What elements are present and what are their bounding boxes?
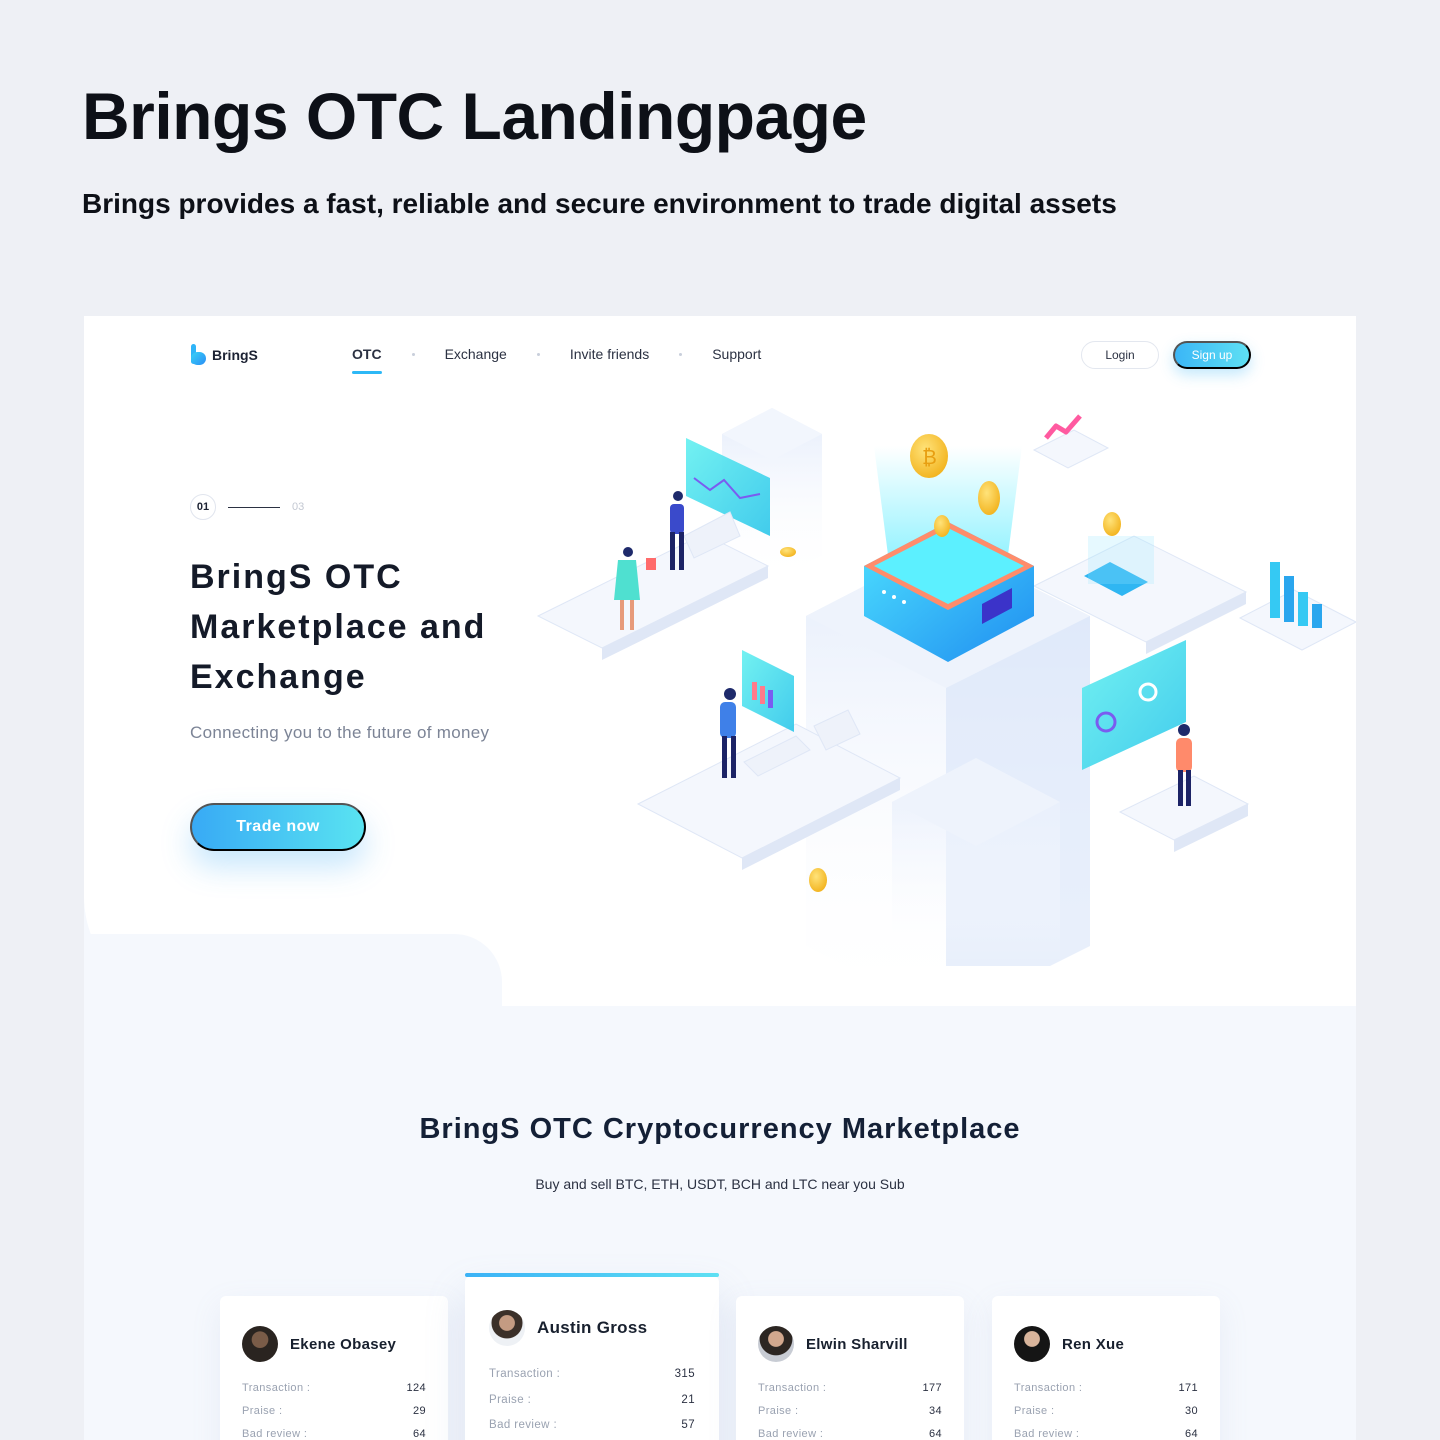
stat-row: Transaction : 124 (242, 1382, 426, 1405)
trader-card-featured[interactable]: Austin Gross Transaction : 315 Praise : 21… (465, 1273, 719, 1440)
avatar (1014, 1326, 1050, 1362)
marketplace-title: BringS OTC Cryptocurrency Marketplace (419, 1113, 1021, 1145)
stat-value: 57 (681, 1419, 695, 1431)
stat-label: Bad review : (489, 1419, 558, 1431)
coin-icon (809, 868, 827, 892)
coin-icon (1103, 512, 1121, 536)
stat-row: Bad review : 64 (242, 1428, 426, 1440)
stat-value: 171 (1178, 1382, 1198, 1394)
stat-row: Transaction : 315 (489, 1368, 695, 1394)
trader-header: Elwin Sharvill (758, 1326, 908, 1362)
hero-subtitle: Connecting you to the future of money (190, 723, 490, 742)
stat-label: Praise : (758, 1405, 799, 1417)
signup-button[interactable]: Sign up (1173, 341, 1251, 369)
nav-separator (536, 352, 540, 356)
stat-label: Transaction : (242, 1382, 311, 1394)
chart-tile-icon (1032, 414, 1110, 469)
coin-icon (780, 547, 796, 557)
stat-row: Bad review : 64 (1014, 1428, 1198, 1440)
page-title: Brings OTC Landingpage (82, 79, 867, 153)
nav-item-otc[interactable]: OTC (352, 346, 382, 374)
marketplace-subtitle: Buy and sell BTC, ETH, USDT, BCH and LTC… (535, 1176, 905, 1192)
hero-illustration: ₿ (536, 408, 1356, 966)
stat-label: Transaction : (758, 1382, 827, 1394)
stat-label: Bad review : (242, 1428, 308, 1440)
trade-now-button[interactable]: Trade now (190, 803, 366, 851)
chart-screen-icon (1082, 640, 1186, 770)
stat-value: 21 (681, 1393, 695, 1406)
avatar (489, 1310, 525, 1346)
stat-label: Praise : (242, 1405, 283, 1417)
login-button[interactable]: Login (1081, 341, 1159, 369)
nav-separator (679, 352, 683, 356)
nav-item-exchange[interactable]: Exchange (445, 346, 507, 362)
stat-value: 29 (412, 1405, 426, 1417)
pager-divider (228, 506, 280, 508)
main-nav: OTC Exchange Invite friends Support (352, 346, 761, 374)
svg-text:₿: ₿ (922, 445, 937, 469)
stat-row: Praise : 30 (1014, 1405, 1198, 1428)
stat-label: Praise : (1014, 1405, 1055, 1417)
trader-name: Elwin Sharvill (806, 1335, 908, 1353)
avatar (242, 1326, 278, 1362)
lower-right-platform (1082, 640, 1250, 852)
stat-label: Praise : (489, 1393, 532, 1406)
coin-icon (978, 481, 1000, 515)
brand-logo[interactable]: BringS (190, 344, 258, 366)
stat-row: Transaction : 171 (1014, 1382, 1198, 1405)
landing-page-mockup: BringS OTC Exchange Invite friends Suppo… (84, 316, 1356, 1440)
stat-label: Bad review : (1014, 1428, 1080, 1440)
nav-separator (411, 352, 415, 356)
trader-header: Austin Gross (489, 1310, 647, 1346)
trader-card[interactable]: Ekene Obasey Transaction : 124 Praise : 29… (220, 1296, 448, 1440)
bitcoin-coin-icon: ₿ (910, 434, 948, 478)
stat-value: 315 (674, 1368, 695, 1380)
stat-row: Praise : 34 (758, 1405, 942, 1428)
stat-row: Bad review : 64 (758, 1428, 942, 1440)
brand-name: BringS (212, 347, 258, 363)
trader-stats: Transaction : 124 Praise : 29 Bad review :… (242, 1382, 426, 1440)
trader-header: Ekene Obasey (242, 1326, 396, 1362)
stat-value: 34 (928, 1405, 942, 1417)
pager-current: 01 (190, 494, 216, 520)
hero-curve-decoration (84, 934, 502, 1014)
foreground-pillar (892, 758, 1060, 966)
stat-row: Praise : 21 (489, 1394, 695, 1420)
stat-value: 64 (928, 1428, 942, 1440)
page-subtitle: Brings provides a fast, reliable and sec… (82, 188, 1117, 219)
nav-item-invite-friends[interactable]: Invite friends (570, 346, 649, 362)
pager-total: 03 (292, 501, 305, 513)
stat-label: Bad review : (758, 1428, 824, 1440)
trader-name: Austin Gross (537, 1318, 648, 1337)
stat-value: 30 (1184, 1405, 1198, 1417)
stat-label: Transaction : (1014, 1382, 1083, 1394)
hero-title: BringS OTC Marketplace and Exchange (190, 558, 487, 696)
logo-mark-icon (190, 344, 208, 366)
trader-name: Ekene Obasey (290, 1335, 397, 1353)
nav-item-support[interactable]: Support (712, 346, 761, 362)
trader-stats: Transaction : 171 Praise : 30 Bad review :… (1014, 1382, 1198, 1440)
stat-row: Bad review : 57 (489, 1419, 695, 1440)
stat-row: Praise : 29 (242, 1405, 426, 1428)
trader-card[interactable]: Ren Xue Transaction : 171 Praise : 30 Bad … (992, 1296, 1220, 1440)
avatar (758, 1326, 794, 1362)
trader-stats: Transaction : 177 Praise : 34 Bad review :… (758, 1382, 942, 1440)
stat-row: Transaction : 177 (758, 1382, 942, 1405)
stat-value: 177 (922, 1382, 942, 1394)
coin-icon (934, 515, 950, 537)
trader-header: Ren Xue (1014, 1326, 1124, 1362)
stat-value: 64 (1184, 1428, 1198, 1440)
trader-card[interactable]: Elwin Sharvill Transaction : 177 Praise :… (736, 1296, 964, 1440)
hero-pager[interactable]: 01 03 (190, 494, 304, 520)
trader-stats: Transaction : 315 Praise : 21 Bad review :… (489, 1368, 695, 1440)
stat-value: 64 (412, 1428, 426, 1440)
bar-chart-icon (1238, 562, 1356, 651)
stat-value: 124 (406, 1382, 426, 1394)
trader-name: Ren Xue (1062, 1335, 1125, 1353)
stat-label: Transaction : (489, 1368, 561, 1380)
